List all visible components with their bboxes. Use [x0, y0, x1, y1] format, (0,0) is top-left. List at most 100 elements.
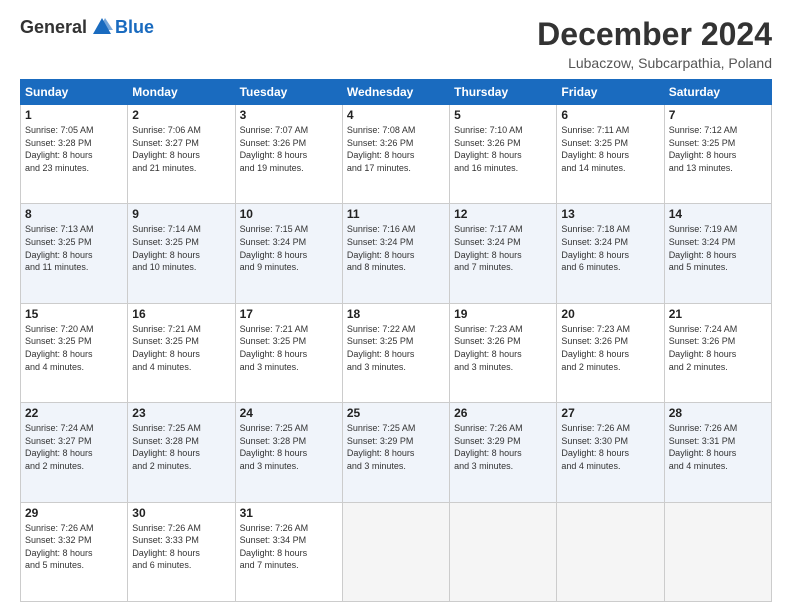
- day-info: Sunrise: 7:14 AM Sunset: 3:25 PM Dayligh…: [132, 224, 201, 272]
- day-info: Sunrise: 7:15 AM Sunset: 3:24 PM Dayligh…: [240, 224, 309, 272]
- day-info: Sunrise: 7:20 AM Sunset: 3:25 PM Dayligh…: [25, 324, 94, 372]
- logo-blue-text: Blue: [115, 17, 154, 38]
- title-block: December 2024 Lubaczow, Subcarpathia, Po…: [537, 16, 772, 71]
- day-info: Sunrise: 7:26 AM Sunset: 3:31 PM Dayligh…: [669, 423, 738, 471]
- header-wednesday: Wednesday: [342, 80, 449, 105]
- day-info: Sunrise: 7:07 AM Sunset: 3:26 PM Dayligh…: [240, 125, 309, 173]
- calendar-day-cell: 24 Sunrise: 7:25 AM Sunset: 3:28 PM Dayli…: [235, 403, 342, 502]
- calendar-week-row: 8 Sunrise: 7:13 AM Sunset: 3:25 PM Daylig…: [21, 204, 772, 303]
- calendar-day-cell: 18Sunrise: 7:22 AM Sunset: 3:25 PM Dayli…: [342, 303, 449, 402]
- day-info: Sunrise: 7:06 AM Sunset: 3:27 PM Dayligh…: [132, 125, 201, 173]
- logo-general-text: General: [20, 17, 87, 38]
- calendar-day-cell: 8 Sunrise: 7:13 AM Sunset: 3:25 PM Daylig…: [21, 204, 128, 303]
- calendar-day-cell: 19 Sunrise: 7:23 AM Sunset: 3:26 PM Dayli…: [450, 303, 557, 402]
- calendar-day-cell: [664, 502, 771, 601]
- day-info: Sunrise: 7:19 AM Sunset: 3:24 PM Dayligh…: [669, 224, 738, 272]
- calendar-day-cell: 1 Sunrise: 7:05 AM Sunset: 3:28 PM Daylig…: [21, 105, 128, 204]
- day-number: 11: [347, 207, 445, 221]
- day-number: 31: [240, 506, 338, 520]
- day-number: 25: [347, 406, 445, 420]
- calendar-day-cell: 10 Sunrise: 7:15 AM Sunset: 3:24 PM Dayli…: [235, 204, 342, 303]
- day-number: 21: [669, 307, 767, 321]
- calendar-week-row: 22 Sunrise: 7:24 AM Sunset: 3:27 PM Dayli…: [21, 403, 772, 502]
- calendar-day-cell: 15Sunrise: 7:20 AM Sunset: 3:25 PM Dayli…: [21, 303, 128, 402]
- calendar-day-cell: [557, 502, 664, 601]
- header-monday: Monday: [128, 80, 235, 105]
- day-info: Sunrise: 7:25 AM Sunset: 3:28 PM Dayligh…: [240, 423, 309, 471]
- calendar-day-cell: 25Sunrise: 7:25 AM Sunset: 3:29 PM Dayli…: [342, 403, 449, 502]
- calendar-day-cell: 20 Sunrise: 7:23 AM Sunset: 3:26 PM Dayli…: [557, 303, 664, 402]
- day-number: 22: [25, 406, 123, 420]
- calendar-day-cell: 9Sunrise: 7:14 AM Sunset: 3:25 PM Daylig…: [128, 204, 235, 303]
- page: General Blue December 2024 Lubaczow, Sub…: [0, 0, 792, 612]
- day-info: Sunrise: 7:25 AM Sunset: 3:28 PM Dayligh…: [132, 423, 201, 471]
- calendar-day-cell: 4Sunrise: 7:08 AM Sunset: 3:26 PM Daylig…: [342, 105, 449, 204]
- calendar: Sunday Monday Tuesday Wednesday Thursday…: [20, 79, 772, 602]
- day-number: 26: [454, 406, 552, 420]
- day-number: 12: [454, 207, 552, 221]
- day-number: 29: [25, 506, 123, 520]
- calendar-week-row: 1 Sunrise: 7:05 AM Sunset: 3:28 PM Daylig…: [21, 105, 772, 204]
- day-info: Sunrise: 7:16 AM Sunset: 3:24 PM Dayligh…: [347, 224, 416, 272]
- calendar-day-cell: 3 Sunrise: 7:07 AM Sunset: 3:26 PM Daylig…: [235, 105, 342, 204]
- calendar-day-cell: 28 Sunrise: 7:26 AM Sunset: 3:31 PM Dayli…: [664, 403, 771, 502]
- header-friday: Friday: [557, 80, 664, 105]
- calendar-week-row: 15Sunrise: 7:20 AM Sunset: 3:25 PM Dayli…: [21, 303, 772, 402]
- day-number: 20: [561, 307, 659, 321]
- day-number: 4: [347, 108, 445, 122]
- calendar-day-cell: 31Sunrise: 7:26 AM Sunset: 3:34 PM Dayli…: [235, 502, 342, 601]
- calendar-day-cell: 2Sunrise: 7:06 AM Sunset: 3:27 PM Daylig…: [128, 105, 235, 204]
- calendar-day-cell: 17Sunrise: 7:21 AM Sunset: 3:25 PM Dayli…: [235, 303, 342, 402]
- calendar-day-cell: 7 Sunrise: 7:12 AM Sunset: 3:25 PM Daylig…: [664, 105, 771, 204]
- day-number: 14: [669, 207, 767, 221]
- day-info: Sunrise: 7:26 AM Sunset: 3:33 PM Dayligh…: [132, 523, 201, 571]
- month-title: December 2024: [537, 16, 772, 53]
- day-info: Sunrise: 7:23 AM Sunset: 3:26 PM Dayligh…: [561, 324, 630, 372]
- day-info: Sunrise: 7:22 AM Sunset: 3:25 PM Dayligh…: [347, 324, 416, 372]
- weekday-header-row: Sunday Monday Tuesday Wednesday Thursday…: [21, 80, 772, 105]
- day-number: 23: [132, 406, 230, 420]
- day-info: Sunrise: 7:21 AM Sunset: 3:25 PM Dayligh…: [132, 324, 201, 372]
- calendar-day-cell: 13 Sunrise: 7:18 AM Sunset: 3:24 PM Dayli…: [557, 204, 664, 303]
- calendar-day-cell: 21Sunrise: 7:24 AM Sunset: 3:26 PM Dayli…: [664, 303, 771, 402]
- day-info: Sunrise: 7:26 AM Sunset: 3:30 PM Dayligh…: [561, 423, 630, 471]
- day-number: 13: [561, 207, 659, 221]
- day-number: 24: [240, 406, 338, 420]
- day-number: 1: [25, 108, 123, 122]
- calendar-day-cell: 5 Sunrise: 7:10 AM Sunset: 3:26 PM Daylig…: [450, 105, 557, 204]
- day-number: 3: [240, 108, 338, 122]
- day-number: 8: [25, 207, 123, 221]
- day-info: Sunrise: 7:05 AM Sunset: 3:28 PM Dayligh…: [25, 125, 94, 173]
- calendar-day-cell: 12Sunrise: 7:17 AM Sunset: 3:24 PM Dayli…: [450, 204, 557, 303]
- day-info: Sunrise: 7:18 AM Sunset: 3:24 PM Dayligh…: [561, 224, 630, 272]
- day-number: 10: [240, 207, 338, 221]
- calendar-day-cell: 26 Sunrise: 7:26 AM Sunset: 3:29 PM Dayli…: [450, 403, 557, 502]
- day-info: Sunrise: 7:26 AM Sunset: 3:29 PM Dayligh…: [454, 423, 523, 471]
- logo: General Blue: [20, 16, 154, 38]
- header-saturday: Saturday: [664, 80, 771, 105]
- calendar-day-cell: 22 Sunrise: 7:24 AM Sunset: 3:27 PM Dayli…: [21, 403, 128, 502]
- day-info: Sunrise: 7:21 AM Sunset: 3:25 PM Dayligh…: [240, 324, 309, 372]
- day-info: Sunrise: 7:10 AM Sunset: 3:26 PM Dayligh…: [454, 125, 523, 173]
- day-info: Sunrise: 7:24 AM Sunset: 3:27 PM Dayligh…: [25, 423, 94, 471]
- day-info: Sunrise: 7:13 AM Sunset: 3:25 PM Dayligh…: [25, 224, 94, 272]
- calendar-day-cell: [342, 502, 449, 601]
- day-number: 30: [132, 506, 230, 520]
- calendar-day-cell: 16Sunrise: 7:21 AM Sunset: 3:25 PM Dayli…: [128, 303, 235, 402]
- day-number: 19: [454, 307, 552, 321]
- day-info: Sunrise: 7:23 AM Sunset: 3:26 PM Dayligh…: [454, 324, 523, 372]
- header-tuesday: Tuesday: [235, 80, 342, 105]
- day-info: Sunrise: 7:26 AM Sunset: 3:32 PM Dayligh…: [25, 523, 94, 571]
- header: General Blue December 2024 Lubaczow, Sub…: [20, 16, 772, 71]
- day-info: Sunrise: 7:12 AM Sunset: 3:25 PM Dayligh…: [669, 125, 738, 173]
- calendar-day-cell: 6Sunrise: 7:11 AM Sunset: 3:25 PM Daylig…: [557, 105, 664, 204]
- day-number: 7: [669, 108, 767, 122]
- header-thursday: Thursday: [450, 80, 557, 105]
- calendar-day-cell: [450, 502, 557, 601]
- calendar-day-cell: 11 Sunrise: 7:16 AM Sunset: 3:24 PM Dayli…: [342, 204, 449, 303]
- day-number: 27: [561, 406, 659, 420]
- day-number: 5: [454, 108, 552, 122]
- day-info: Sunrise: 7:11 AM Sunset: 3:25 PM Dayligh…: [561, 125, 629, 173]
- calendar-day-cell: 30 Sunrise: 7:26 AM Sunset: 3:33 PM Dayli…: [128, 502, 235, 601]
- day-number: 28: [669, 406, 767, 420]
